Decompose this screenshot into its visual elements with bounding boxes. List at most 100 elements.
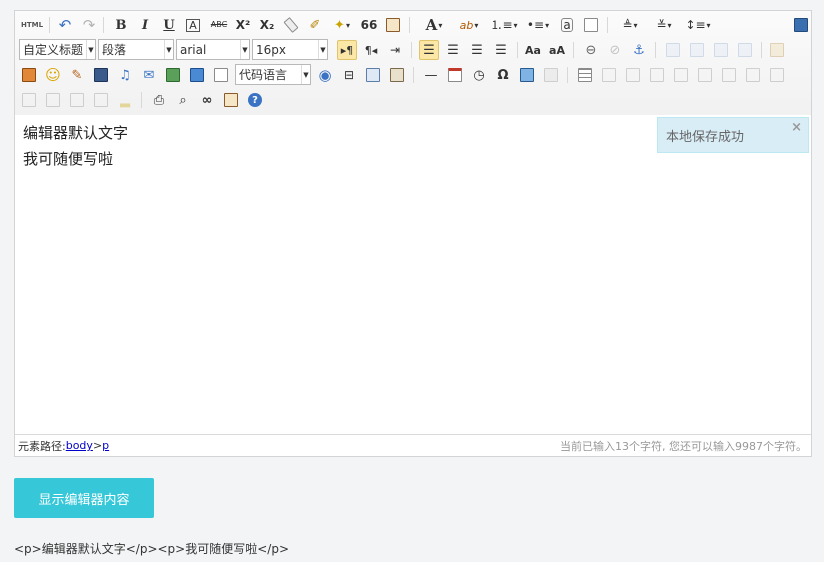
horizontal-rule-button[interactable]: — bbox=[421, 65, 441, 85]
selectall-button[interactable]: a bbox=[557, 15, 577, 35]
custom-style-select[interactable]: 自定义标题 ▼ bbox=[19, 39, 96, 60]
scrawl-icon: ✎ bbox=[71, 67, 83, 83]
ordered-list-button[interactable]: ⒈≡ ▾ bbox=[489, 15, 519, 35]
special-char-button[interactable]: Ω bbox=[493, 65, 513, 85]
backcolor-button[interactable]: ab ▾ bbox=[453, 15, 485, 35]
merge-cells-button[interactable] bbox=[743, 65, 763, 85]
forecolor-button[interactable]: A ▾ bbox=[419, 15, 449, 35]
justify-left-button[interactable]: ☰ bbox=[419, 40, 439, 60]
justify-full-button[interactable]: ☰ bbox=[491, 40, 511, 60]
webapp-button[interactable]: ◉ bbox=[315, 65, 335, 85]
editor-content[interactable]: 编辑器默认文字 我可随便写啦 bbox=[15, 115, 811, 434]
image-left-button[interactable] bbox=[687, 40, 707, 60]
bold-button[interactable]: B bbox=[111, 15, 131, 35]
undo-button[interactable]: ↶ bbox=[55, 15, 75, 35]
format-brush-button[interactable]: ✐ bbox=[305, 15, 325, 35]
direction-ltr-button[interactable]: ▸¶ bbox=[337, 40, 357, 60]
blockquote-button[interactable]: 66 bbox=[359, 15, 379, 35]
merge-down-button[interactable] bbox=[19, 90, 39, 110]
drafts-icon bbox=[224, 93, 238, 107]
paragraph-select[interactable]: 段落 ▼ bbox=[98, 39, 174, 60]
preview-button[interactable]: ⌕ bbox=[173, 90, 193, 110]
html-source-button[interactable]: HTML bbox=[19, 15, 45, 35]
unordered-list-icon: •≡ bbox=[526, 18, 545, 32]
redo-button[interactable]: ↷ bbox=[79, 15, 99, 35]
delete-table-button[interactable] bbox=[599, 65, 619, 85]
merge-cells-icon bbox=[746, 68, 760, 82]
justify-center-button[interactable]: ☰ bbox=[443, 40, 463, 60]
image-center-button[interactable] bbox=[735, 40, 755, 60]
chart-button[interactable]: ▂ bbox=[115, 90, 135, 110]
anchor-button[interactable]: ⚓ bbox=[629, 40, 649, 60]
insert-code-select[interactable]: 代码语言 ▼ bbox=[235, 64, 311, 85]
insert-image-button[interactable] bbox=[19, 65, 39, 85]
pagebreak-button[interactable]: ⊟ bbox=[339, 65, 359, 85]
split-to-cells-button[interactable] bbox=[91, 90, 111, 110]
close-icon[interactable]: × bbox=[791, 120, 802, 135]
eraser-button[interactable] bbox=[281, 15, 301, 35]
lineheight-button[interactable]: ↕≡ ▾ bbox=[683, 15, 713, 35]
unordered-list-button[interactable]: •≡ ▾ bbox=[523, 15, 553, 35]
autotypeset-button[interactable]: ✦ ▾ bbox=[327, 15, 357, 35]
touppercase-button[interactable]: Aa bbox=[523, 40, 543, 60]
font-size-select[interactable]: 16px ▼ bbox=[252, 39, 328, 60]
insert-paragraph-before-table-button[interactable] bbox=[623, 65, 643, 85]
image-right-button[interactable] bbox=[711, 40, 731, 60]
help-icon: ? bbox=[248, 93, 262, 107]
date-button[interactable] bbox=[445, 65, 465, 85]
wordimage-button[interactable] bbox=[517, 65, 537, 85]
gmap-button[interactable] bbox=[187, 65, 207, 85]
scrawl-button[interactable]: ✎ bbox=[67, 65, 87, 85]
snapscreen-button[interactable] bbox=[541, 65, 561, 85]
font-border-button[interactable]: A bbox=[183, 15, 203, 35]
insert-col-button[interactable] bbox=[695, 65, 715, 85]
merge-right-icon bbox=[770, 68, 784, 82]
split-to-rows-button[interactable] bbox=[43, 90, 63, 110]
italic-button[interactable]: I bbox=[135, 15, 155, 35]
search-replace-button[interactable]: ∞ bbox=[197, 90, 217, 110]
print-button[interactable]: ⎙ bbox=[149, 90, 169, 110]
insert-video-button[interactable] bbox=[91, 65, 111, 85]
justify-right-button[interactable]: ☰ bbox=[467, 40, 487, 60]
rowspacing-top-button[interactable]: ≜ ▾ bbox=[615, 15, 645, 35]
indent-button[interactable]: ⇥ bbox=[385, 40, 405, 60]
font-family-select[interactable]: arial ▼ bbox=[176, 39, 250, 60]
insert-row-button[interactable] bbox=[647, 65, 667, 85]
split-to-cols-button[interactable] bbox=[67, 90, 87, 110]
insert-frame-button[interactable] bbox=[211, 65, 231, 85]
subscript-button[interactable]: X₂ bbox=[257, 15, 277, 35]
superscript-button[interactable]: X² bbox=[233, 15, 253, 35]
paste-plain-button[interactable] bbox=[383, 15, 403, 35]
path-body-link[interactable]: body bbox=[66, 439, 93, 452]
image-none-button[interactable] bbox=[663, 40, 683, 60]
cleardoc-button[interactable] bbox=[581, 15, 601, 35]
italic-icon: I bbox=[141, 17, 149, 33]
tolowercase-button[interactable]: aA bbox=[547, 40, 567, 60]
time-button[interactable]: ◷ bbox=[469, 65, 489, 85]
merge-right-button[interactable] bbox=[767, 65, 787, 85]
underline-button[interactable]: U bbox=[159, 15, 179, 35]
drafts-button[interactable] bbox=[221, 90, 241, 110]
anchor-icon: ⚓ bbox=[633, 42, 645, 58]
fullscreen-button[interactable] bbox=[791, 15, 811, 35]
rowspacing-bottom-button[interactable]: ≚ ▾ bbox=[649, 15, 679, 35]
help-button[interactable]: ? bbox=[245, 90, 265, 110]
emotion-button[interactable]: ☺ bbox=[43, 65, 63, 85]
strikethrough-button[interactable]: ABC bbox=[207, 15, 231, 35]
insert-table-button[interactable] bbox=[575, 65, 595, 85]
binoculars-icon: ∞ bbox=[201, 92, 213, 108]
template-button[interactable] bbox=[363, 65, 383, 85]
delete-row-button[interactable] bbox=[671, 65, 691, 85]
lowercase-icon: aA bbox=[549, 43, 565, 57]
path-p-link[interactable]: p bbox=[102, 439, 109, 452]
delete-col-button[interactable] bbox=[719, 65, 739, 85]
attachment-button[interactable]: ✉ bbox=[139, 65, 159, 85]
background-button[interactable] bbox=[387, 65, 407, 85]
unlink-button[interactable]: ⊘ bbox=[605, 40, 625, 60]
direction-rtl-button[interactable]: ¶◂ bbox=[361, 40, 381, 60]
show-content-button[interactable]: 显示编辑器内容 bbox=[14, 478, 154, 518]
music-button[interactable]: ♫ bbox=[115, 65, 135, 85]
map-button[interactable] bbox=[163, 65, 183, 85]
link-button[interactable]: ⊖ bbox=[581, 40, 601, 60]
simple-upload-button[interactable] bbox=[767, 40, 787, 60]
